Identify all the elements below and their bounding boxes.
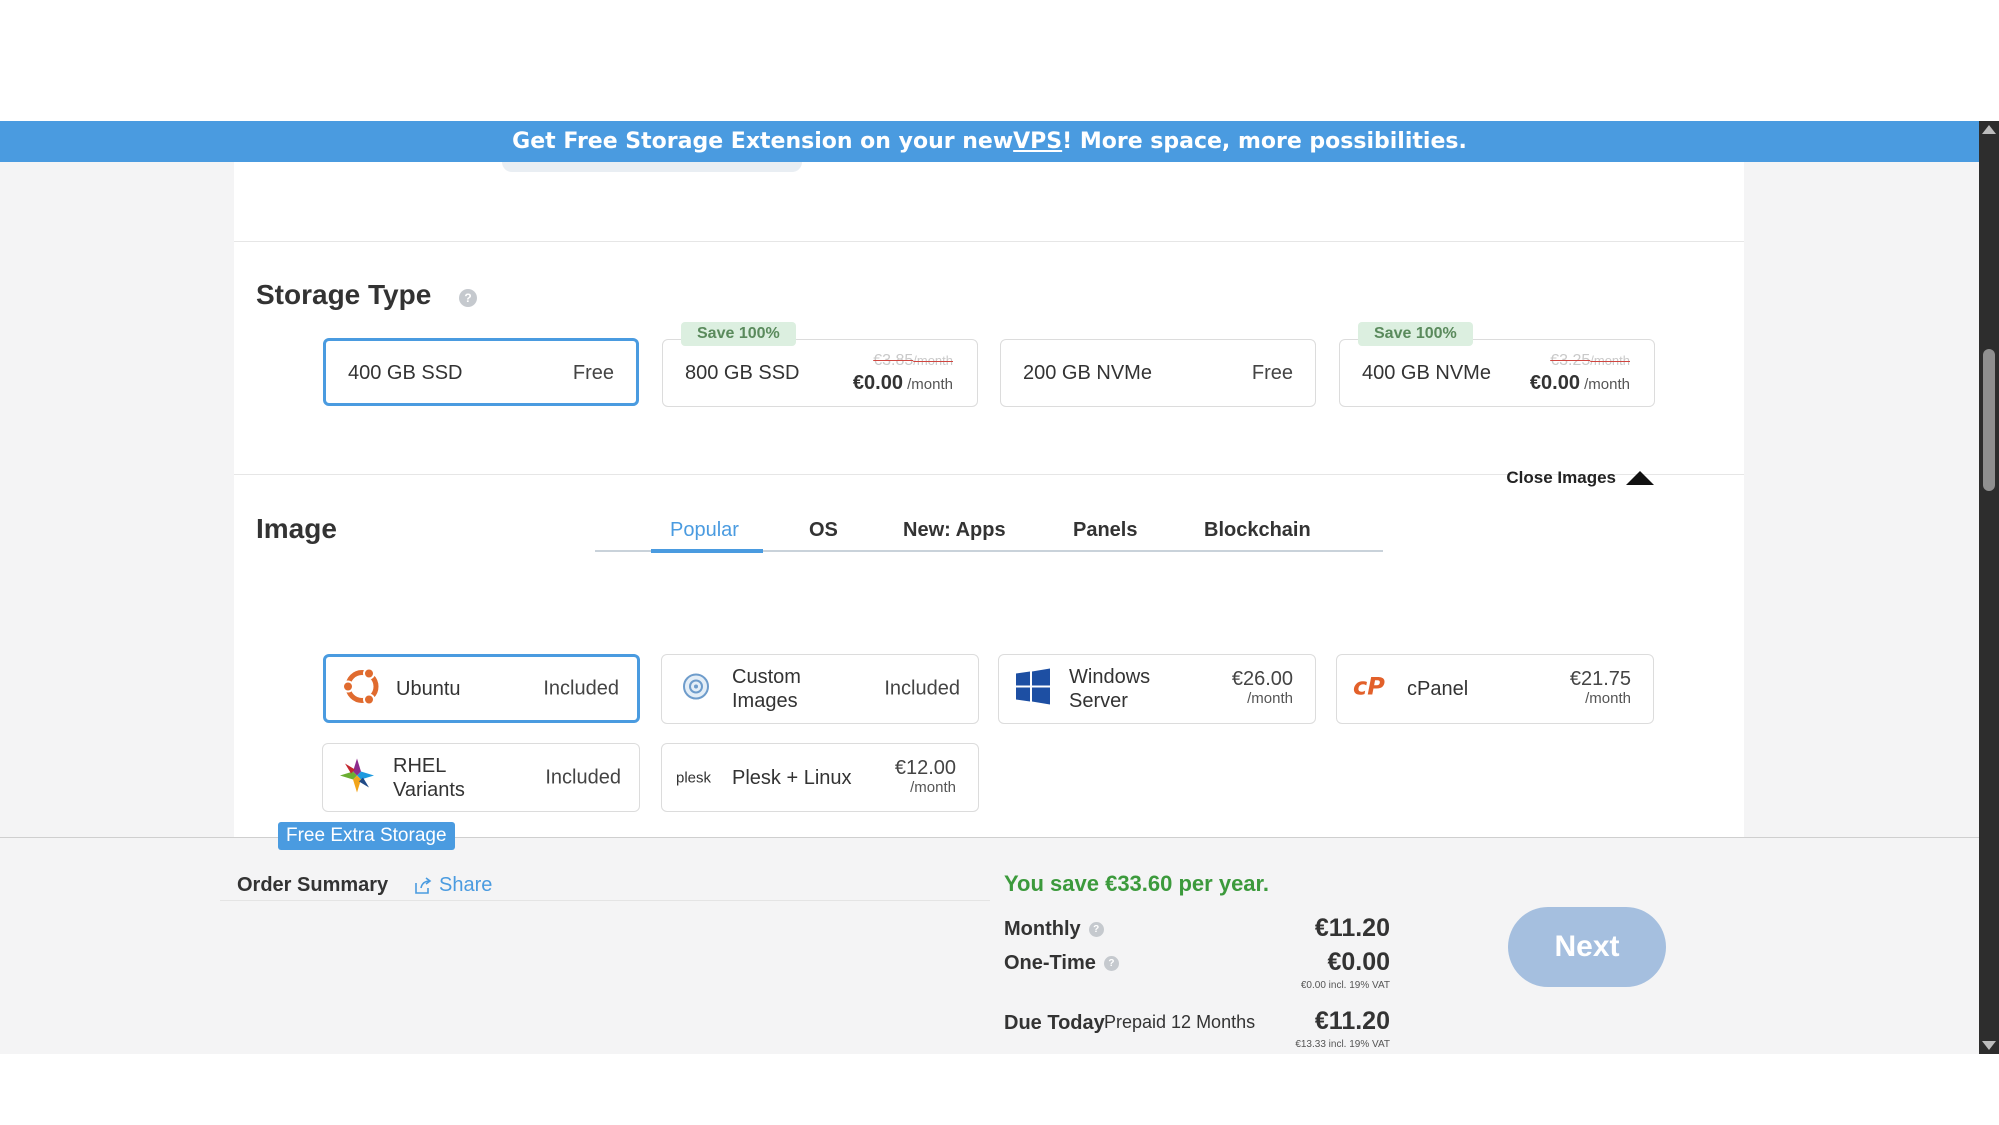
cpanel-icon: cP [1351,667,1391,712]
image-option-price: €12.00/month [894,756,956,796]
image-option-price: €21.75/month [1569,668,1631,707]
new-price: €0.00 /month [1529,372,1630,394]
windows-icon [1013,667,1053,712]
summary-divider [220,900,990,901]
free-extra-storage-badge: Free Extra Storage [278,822,455,850]
due-today-label: Due Today [1004,1012,1105,1034]
storage-type-title: Storage Type [256,279,432,310]
onetime-value: €0.00 [1327,948,1390,976]
image-option-price: Included [545,766,621,788]
order-summary-bar: Free Extra Storage Order Summary Share Y… [0,822,1979,1054]
tab-panels[interactable]: Panels [1073,519,1137,542]
onetime-vat-note: €0.00 incl. 19% VAT [1300,980,1390,991]
storage-help-icon[interactable]: ? [459,289,477,307]
image-option-price: €26.00/month [1231,668,1293,707]
onetime-label: One-Time ? [1004,952,1119,975]
monthly-label: Monthly ? [1004,918,1104,941]
storage-option-name: 400 GB SSD [348,362,463,384]
save-badge: Save 100% [1358,322,1473,346]
share-icon [415,876,432,894]
storage-option-200gb-nvme[interactable]: 200 GB NVMe Free [1000,339,1316,407]
configurator-viewport: Get Free Storage Extension on your new V… [0,121,1979,1054]
prepaid-term: Prepaid 12 Months [1104,1012,1256,1032]
share-link[interactable]: Share [413,874,492,897]
image-option-price: Included [543,677,619,699]
promo-banner: Get Free Storage Extension on your new V… [0,121,1979,162]
storage-option-name: 800 GB SSD [685,362,800,384]
active-tab-indicator [651,549,763,553]
save-badge: Save 100% [681,322,796,346]
image-option-name: Custom Images [732,666,801,712]
old-price: €3.25/month [1550,352,1630,369]
image-option-windows-server[interactable]: Windows Server €26.00/month [998,654,1316,724]
due-today-value: €11.20 [1314,1007,1390,1035]
tab-os[interactable]: OS [809,519,838,542]
scroll-thumb[interactable] [1983,349,1995,491]
banner-text-after: ! More space, more possibilities. [1062,129,1467,154]
image-option-custom-images[interactable]: Custom Images Included [661,654,979,724]
storage-option-name: 400 GB NVMe [1362,362,1491,384]
share-label: Share [439,874,493,896]
storage-option-price: Free [1251,362,1293,384]
storage-option-400gb-nvme[interactable]: Save 100% 400 GB NVMe €3.25/month €0.00 … [1339,322,1655,407]
image-option-name: cPanel [1407,678,1469,700]
storage-option-400gb-ssd[interactable]: 400 GB SSD Free [323,338,639,406]
image-title: Image [256,513,337,544]
partial-element [502,162,802,172]
image-option-cpanel[interactable]: cP cPanel €21.75/month [1336,654,1654,724]
new-price: €0.00 /month [852,372,953,394]
image-tabs: Popular OS New: Apps Panels Blockchain [595,507,1383,553]
old-price: €3.85/month [873,352,953,369]
monthly-value: €11.20 [1314,914,1390,942]
collapse-up-icon [1626,471,1654,485]
vertical-scrollbar[interactable] [1979,121,1999,1054]
custom-images-icon [676,667,716,712]
ubuntu-icon [340,664,384,713]
image-option-name: RHEL Variants [393,754,465,801]
scroll-up-arrow-icon[interactable] [1982,125,1996,134]
storage-option-name: 200 GB NVMe [1023,362,1152,384]
image-option-price: Included [884,677,960,700]
order-summary-title: Order Summary [237,874,389,896]
image-option-name: Ubuntu [396,677,461,700]
onetime-help-icon[interactable]: ? [1103,956,1119,971]
tab-blockchain[interactable]: Blockchain [1204,519,1311,542]
image-option-ubuntu[interactable]: Ubuntu Included [323,654,640,723]
svg-text:cP: cP [1353,673,1385,701]
image-option-name: Plesk + Linux [732,766,852,789]
yearly-savings: You save €33.60 per year. [1004,871,1269,896]
scroll-down-arrow-icon[interactable] [1982,1041,1996,1050]
tab-popular[interactable]: Popular [670,519,739,542]
tab-new-apps[interactable]: New: Apps [903,519,1006,542]
plesk-icon: plesk [676,769,712,786]
section-divider [234,241,1744,242]
close-images-label: Close Images [1506,468,1616,487]
banner-text-before: Get Free Storage Extension on your new [512,129,1014,154]
banner-vps-link[interactable]: VPS [1013,129,1062,154]
image-option-name: Windows Server [1069,666,1151,712]
monthly-help-icon[interactable]: ? [1088,922,1104,937]
image-option-plesk-linux[interactable]: plesk Plesk + Linux €12.00/month [661,743,979,812]
storage-option-price: Free [572,362,614,384]
close-images-button[interactable]: Close Images [1506,468,1654,488]
due-vat-note: €13.33 incl. 19% VAT [1295,1039,1390,1050]
next-button[interactable]: Next [1508,907,1666,987]
rhel-icon [337,755,377,800]
image-option-rhel-variants[interactable]: RHEL Variants Included [322,743,640,812]
storage-option-800gb-ssd[interactable]: Save 100% 800 GB SSD €3.85/month €0.00 /… [662,322,978,407]
